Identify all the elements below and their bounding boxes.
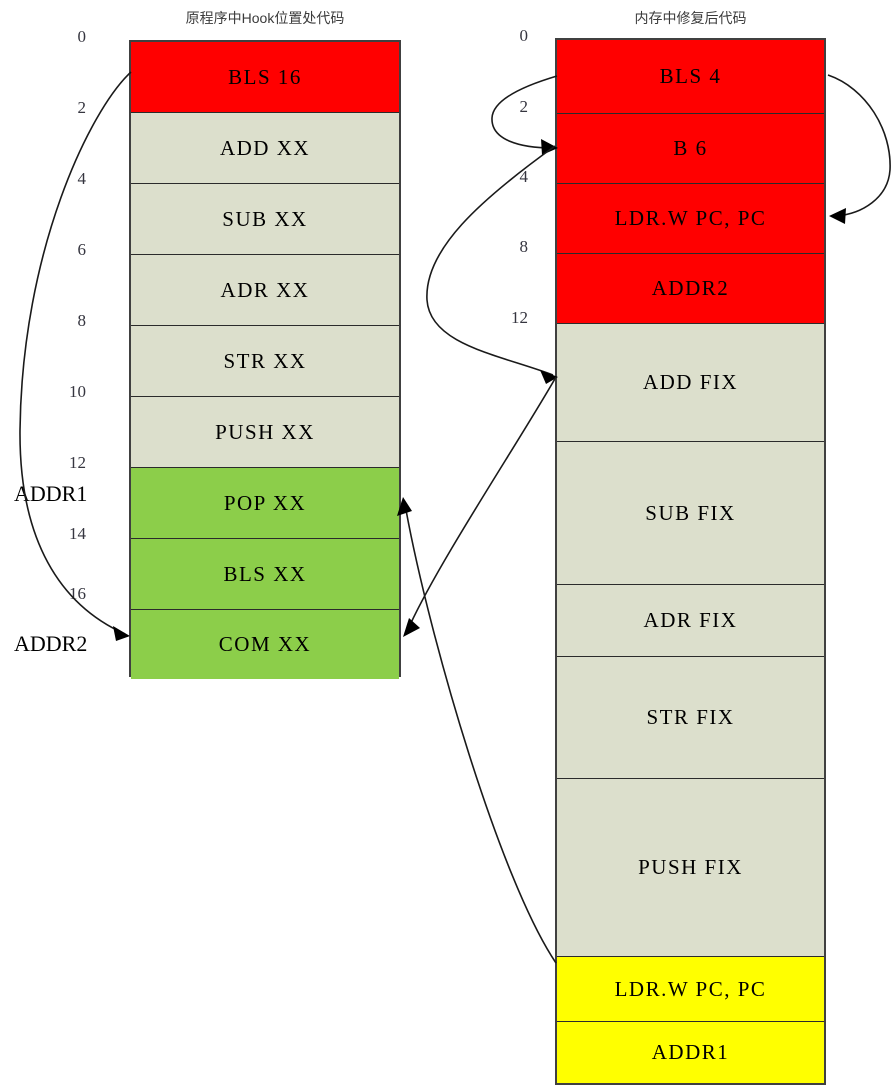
left-row-3-label: ADR XX (220, 277, 310, 302)
right-row-0[interactable]: BLS 4 (557, 40, 824, 114)
addr2-label: ADDR2 (14, 631, 88, 656)
left-offset-12: 12 (69, 453, 86, 472)
left-row-3[interactable]: ADR XX (131, 255, 399, 326)
right-row-3-label: ADDR2 (651, 276, 730, 300)
right-row-1-label: B 6 (673, 136, 708, 160)
arrow-bls16-to-addr2 (19, 71, 132, 641)
left-offset-0: 0 (77, 27, 87, 46)
left-offset-14: 14 (69, 524, 86, 543)
right-offset-0: 0 (519, 26, 529, 45)
arrow-ldrw-to-addfix (426, 145, 558, 384)
right-memory-table: BLS 4 B 6 LDR.W PC, PC ADDR2 ADD FIX SUB… (555, 38, 826, 1085)
left-row-1-label: ADD XX (219, 135, 311, 160)
left-row-4-label: STR XX (223, 348, 307, 373)
left-offset-8: 8 (77, 311, 87, 330)
left-row-0-label: BLS 16 (228, 64, 302, 89)
right-row-8[interactable]: PUSH FIX (557, 779, 824, 957)
left-row-8-label: COM XX (218, 632, 312, 656)
left-row-7[interactable]: BLS XX (131, 539, 399, 610)
arrow-right-to-comxx (403, 376, 557, 637)
right-row-9[interactable]: LDR.W PC, PC (557, 957, 824, 1022)
diagram-canvas: 原程序中Hook位置处代码 内存中修复后代码 0 2 4 6 8 10 12 1… (0, 0, 895, 1092)
right-row-8-label: PUSH FIX (638, 855, 743, 879)
right-row-7[interactable]: STR FIX (557, 657, 824, 779)
left-offset-6: 6 (77, 240, 87, 259)
left-row-5-label: PUSH XX (215, 419, 315, 444)
right-column-title: 内存中修复后代码 (634, 10, 747, 26)
left-column-title: 原程序中Hook位置处代码 (185, 10, 345, 26)
right-row-4-label: ADD FIX (642, 370, 739, 394)
right-row-5[interactable]: SUB FIX (557, 442, 824, 585)
right-row-6-label: ADR FIX (643, 608, 738, 632)
right-row-4[interactable]: ADD FIX (557, 324, 824, 442)
right-row-1[interactable]: B 6 (557, 114, 824, 184)
right-row-5-label: SUB FIX (645, 500, 736, 525)
left-offset-4: 4 (77, 169, 87, 188)
right-offset-12: 12 (511, 308, 528, 327)
right-row-7-label: STR FIX (646, 705, 735, 729)
left-row-2-label: SUB XX (222, 206, 308, 231)
left-row-2[interactable]: SUB XX (131, 184, 399, 255)
right-row-9-label: LDR.W PC, PC (614, 976, 767, 1001)
left-row-1[interactable]: ADD XX (131, 113, 399, 184)
left-row-6-label: POP XX (223, 490, 307, 515)
left-memory-table: BLS 16 ADD XX SUB XX ADR XX STR XX PUSH … (129, 40, 401, 679)
left-row-7-label: BLS XX (223, 561, 307, 586)
right-row-2[interactable]: LDR.W PC, PC (557, 184, 824, 254)
left-offset-16: 16 (69, 584, 86, 603)
addr1-label: ADDR1 (14, 481, 88, 506)
left-row-6[interactable]: POP XX (131, 468, 399, 539)
right-offset-4: 4 (519, 167, 529, 186)
right-row-10[interactable]: ADDR1 (557, 1022, 824, 1083)
right-row-6[interactable]: ADR FIX (557, 585, 824, 657)
left-row-0[interactable]: BLS 16 (131, 42, 399, 113)
left-offset-10: 10 (69, 382, 86, 401)
right-row-3[interactable]: ADDR2 (557, 254, 824, 324)
left-row-4[interactable]: STR XX (131, 326, 399, 397)
right-row-0-label: BLS 4 (659, 64, 722, 88)
left-row-5[interactable]: PUSH XX (131, 397, 399, 468)
arrow-bls4-to-ldrw (827, 74, 891, 224)
right-offset-8: 8 (519, 237, 529, 256)
right-row-10-label: ADDR1 (651, 1040, 730, 1064)
arrow-yellow-ldrw-to-pop (397, 497, 557, 964)
left-offset-2: 2 (77, 98, 87, 117)
left-row-8[interactable]: COM XX (131, 610, 399, 679)
right-row-2-label: LDR.W PC, PC (614, 206, 767, 230)
right-offset-2: 2 (519, 97, 529, 116)
